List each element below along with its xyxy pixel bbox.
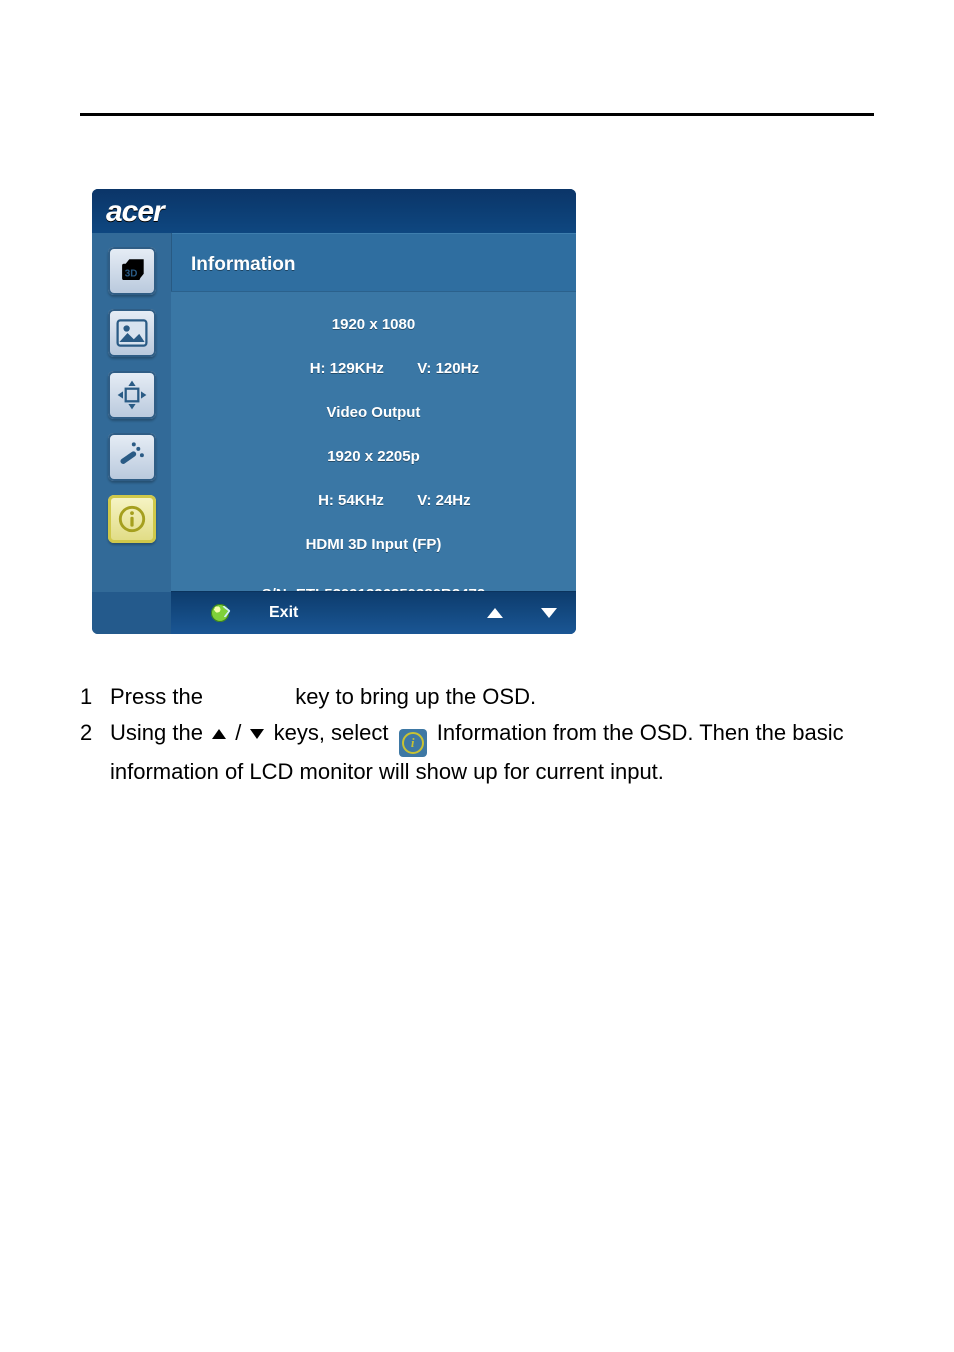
position-icon <box>112 375 152 415</box>
osd-bottom-bar: Exit <box>171 591 576 634</box>
nav-down-button[interactable] <box>522 608 576 618</box>
svg-text:3D: 3D <box>124 268 137 279</box>
osd-panel: acer Information 3D <box>92 189 576 634</box>
eco-icon[interactable] <box>211 604 229 622</box>
instruction-fragment: key to bring up the OSD. <box>295 684 536 709</box>
secondary-source: HDMI 3D Input (FP) <box>171 534 576 556</box>
exit-button[interactable]: Exit <box>269 604 298 622</box>
instruction-text: Using the / keys, select i Information f… <box>110 718 874 787</box>
instruction-fragment: Press the <box>110 684 203 709</box>
color-wand-icon <box>112 437 152 477</box>
tab-position[interactable] <box>108 371 156 419</box>
instruction-fragment: keys, select <box>274 720 389 745</box>
instruction-text: Press the key to bring up the OSD. <box>110 682 874 712</box>
nav-up-button[interactable] <box>468 608 522 618</box>
instruction-fragment: / <box>235 720 241 745</box>
osd-section-title: Information <box>191 254 296 276</box>
info-icon: i <box>399 729 427 757</box>
primary-vfreq: V: 120Hz <box>417 360 479 377</box>
instruction-number: 2 <box>80 718 110 787</box>
tab-3d[interactable]: 3D <box>108 247 156 295</box>
osd-content-area: 1920 x 1080 H: 129KHz V: 120Hz Video Out… <box>171 291 576 592</box>
triangle-up-icon <box>487 608 503 618</box>
brand-logo: acer <box>106 195 164 229</box>
top-rule <box>80 113 874 116</box>
primary-resolution: 1920 x 1080 <box>171 314 576 336</box>
secondary-hfreq: H: 54KHz <box>318 492 384 509</box>
secondary-resolution: 1920 x 2205p <box>171 446 576 468</box>
triangle-down-icon <box>250 729 264 739</box>
instruction-fragment: Information from the OSD. Then the <box>437 720 786 745</box>
triangle-down-icon <box>541 608 557 618</box>
primary-source: Video Output <box>171 402 576 424</box>
osd-header: acer <box>92 189 576 233</box>
triangle-up-icon <box>212 729 226 739</box>
osd-secondary-info: 1920 x 2205p H: 54KHz V: 24Hz HDMI 3D In… <box>171 446 576 556</box>
instruction-row: 1 Press the key to bring up the OSD. <box>80 682 874 712</box>
tab-information[interactable] <box>108 495 156 543</box>
picture-icon <box>112 313 152 353</box>
instruction-row: 2 Using the / keys, select i Information… <box>80 718 874 787</box>
secondary-vfreq: V: 24Hz <box>417 492 470 509</box>
instructions: 1 Press the key to bring up the OSD. 2 U… <box>80 682 874 793</box>
instruction-fragment: Using the <box>110 720 203 745</box>
osd-primary-info: 1920 x 1080 H: 129KHz V: 120Hz Video Out… <box>171 314 576 424</box>
osd-tab-column: 3D <box>92 233 172 592</box>
tab-picture[interactable] <box>108 309 156 357</box>
instruction-number: 1 <box>80 682 110 712</box>
3d-icon: 3D <box>112 251 152 291</box>
info-icon <box>112 499 152 539</box>
primary-hfreq: H: 129KHz <box>310 360 384 377</box>
osd-content-header: Information <box>171 233 576 293</box>
tab-color[interactable] <box>108 433 156 481</box>
